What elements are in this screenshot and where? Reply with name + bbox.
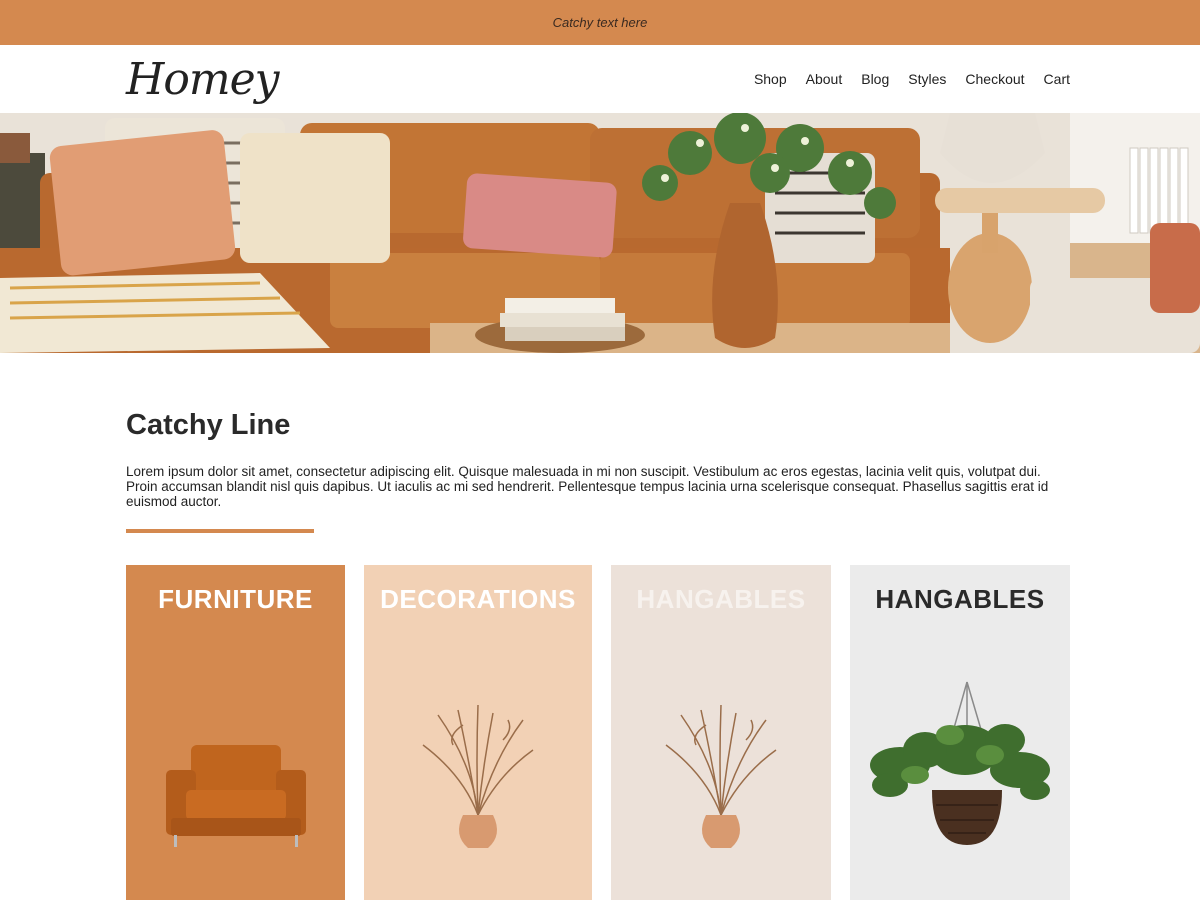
nav-shop[interactable]: Shop — [754, 71, 787, 87]
living-room-illustration — [0, 113, 1200, 353]
nav-checkout[interactable]: Checkout — [965, 71, 1024, 87]
site-header: Homey Shop About Blog Styles Checkout Ca… — [0, 45, 1200, 113]
vase-branches-image — [611, 705, 831, 850]
intro-section: Catchy Line Lorem ipsum dolor sit amet, … — [0, 353, 1200, 533]
hanging-plant-image — [850, 680, 1070, 850]
category-cards: FURNITURE DECORATIONS HANGABLES HANGABLE… — [126, 565, 1070, 900]
nav-about[interactable]: About — [806, 71, 843, 87]
category-title: HANGABLES — [875, 584, 1045, 614]
category-card-furniture[interactable]: FURNITURE — [126, 565, 345, 900]
category-card-hangables-2[interactable]: HANGABLES — [850, 565, 1070, 900]
armchair-image — [126, 740, 345, 850]
main-nav: Shop About Blog Styles Checkout Cart — [754, 71, 1070, 87]
nav-styles[interactable]: Styles — [908, 71, 946, 87]
accent-divider — [126, 529, 314, 533]
category-card-decorations[interactable]: DECORATIONS — [364, 565, 592, 900]
nav-blog[interactable]: Blog — [861, 71, 889, 87]
category-card-hangables-1[interactable]: HANGABLES — [611, 565, 831, 900]
section-title: Catchy Line — [126, 409, 291, 441]
promo-bar: Catchy text here — [0, 0, 1200, 45]
category-title: FURNITURE — [158, 584, 313, 614]
category-title: HANGABLES — [636, 584, 806, 614]
site-logo[interactable]: Homey — [126, 54, 279, 105]
vase-branches-image — [364, 705, 592, 850]
hero-image — [0, 113, 1200, 353]
section-body: Lorem ipsum dolor sit amet, consectetur … — [126, 464, 1049, 509]
category-title: DECORATIONS — [380, 584, 576, 614]
nav-cart[interactable]: Cart — [1044, 71, 1070, 87]
promo-text: Catchy text here — [552, 15, 648, 30]
